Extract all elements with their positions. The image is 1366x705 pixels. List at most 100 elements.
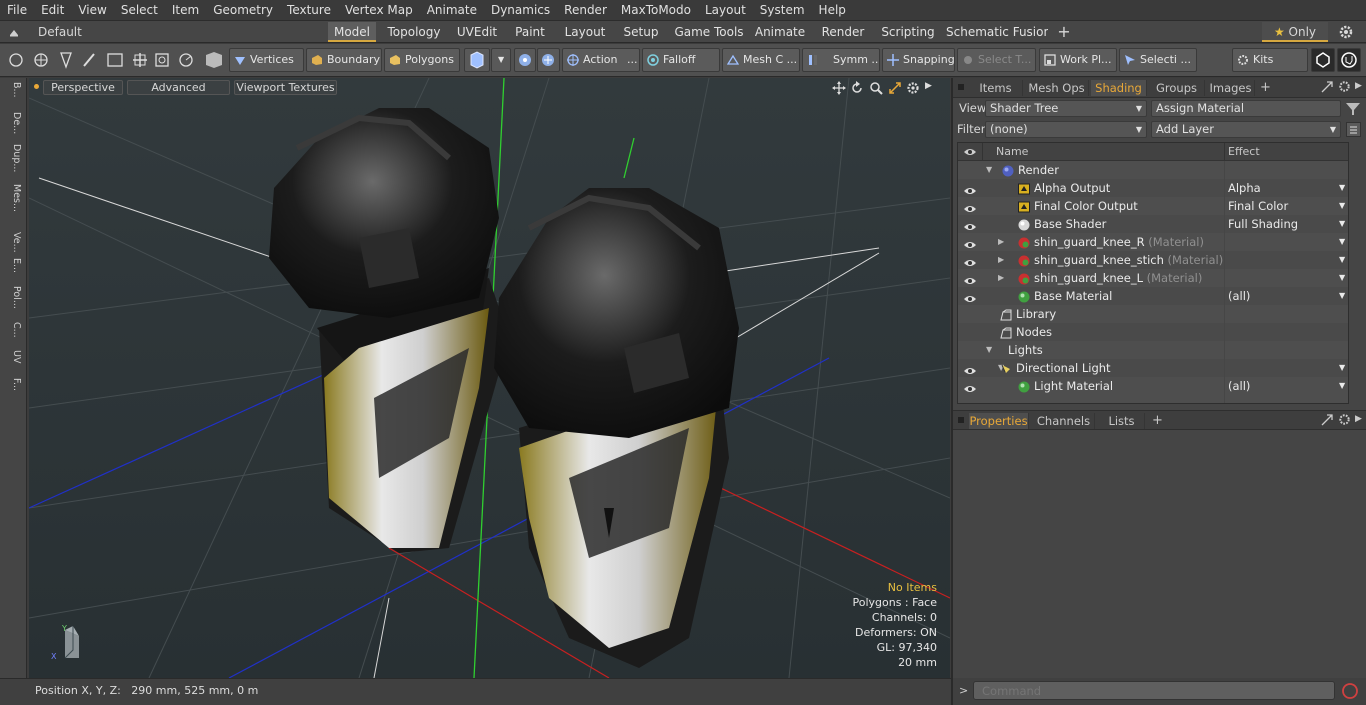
add-panel-tab-button[interactable]: + [1260, 80, 1271, 96]
menu-system[interactable]: System [753, 3, 812, 17]
expand-closed-icon[interactable]: ▶ [998, 269, 1004, 287]
workplane-button[interactable]: Work Pl... [1039, 48, 1117, 72]
layout-tab-game-tools[interactable]: Game Tools [672, 22, 746, 42]
item-mode-dropdown[interactable]: ▼ [491, 48, 511, 72]
menu-view[interactable]: View [71, 3, 113, 17]
mesh-constraint-button[interactable]: Mesh C ... [722, 48, 800, 72]
shader-tree-row[interactable]: ▶ shin_guard_knee_stich (Material) ▼ [958, 251, 1348, 269]
layout-collapse-icon[interactable] [8, 26, 20, 38]
panel-tab-mesh-ops[interactable]: Mesh Ops [1025, 80, 1089, 96]
panel-maximize-icon[interactable] [1321, 81, 1333, 93]
layout-tab-layout[interactable]: Layout [562, 22, 608, 42]
palette-tab-6[interactable]: Pol... [4, 286, 22, 309]
palette-tab-9[interactable]: F... [4, 378, 22, 391]
properties-maximize-icon[interactable] [1321, 414, 1333, 426]
advanced-dropdown[interactable]: Advanced [127, 80, 230, 95]
menu-file[interactable]: File [0, 3, 34, 17]
only-toggle[interactable]: ★ Only [1262, 22, 1328, 42]
panel-tab-images[interactable]: Images [1207, 80, 1255, 96]
symmetry-button[interactable]: Symm ... [802, 48, 880, 72]
layout-tab-paint[interactable]: Paint [510, 22, 550, 42]
snapping-button[interactable]: Snapping [882, 48, 955, 72]
shader-tree-row[interactable]: ▶ shin_guard_knee_R (Material) ▼ [958, 233, 1348, 251]
layout-tab-model[interactable]: Model [328, 22, 376, 42]
menu-item[interactable]: Item [165, 3, 206, 17]
panel-expand-arrow-icon[interactable]: ▶ [1355, 81, 1365, 93]
layout-tab-setup[interactable]: Setup [618, 22, 664, 42]
properties-tab-lists[interactable]: Lists [1099, 413, 1145, 429]
palette-tab-3[interactable]: Mes... [4, 184, 22, 212]
chevron-down-icon[interactable]: ▼ [1339, 251, 1345, 269]
properties-gear-icon[interactable] [1338, 413, 1351, 426]
layout-tab-scripting[interactable]: Scripting [878, 22, 938, 42]
layout-tab-topology[interactable]: Topology [384, 22, 444, 42]
shader-tree-row[interactable]: ▼ Directional Light ▼ [958, 359, 1348, 377]
assign-material-dropdown[interactable]: Assign Material [1151, 100, 1341, 117]
shader-tree-row[interactable]: Base Shader Full Shading ▼ [958, 215, 1348, 233]
layout-tab-render[interactable]: Render [816, 22, 870, 42]
properties-expand-arrow-icon[interactable]: ▶ [1355, 414, 1365, 426]
menu-render[interactable]: Render [557, 3, 614, 17]
panel-grip[interactable] [958, 84, 964, 90]
menu-select[interactable]: Select [114, 3, 165, 17]
shader-tree-row[interactable]: Light Material (all) ▼ [958, 377, 1348, 395]
eye-icon[interactable] [964, 183, 976, 194]
chevron-down-icon[interactable]: ▼ [1339, 287, 1345, 305]
maximize-viewport-icon[interactable] [888, 81, 902, 95]
palette-tab-2[interactable]: Dup... [4, 144, 22, 172]
menu-layout[interactable]: Layout [698, 3, 753, 17]
palette-tab-7[interactable]: C... [4, 322, 22, 338]
viewport-textures-dropdown[interactable]: Viewport Textures [234, 80, 337, 95]
vertices-button[interactable]: Vertices [229, 48, 304, 72]
item-mode-button[interactable] [464, 48, 490, 72]
row-effect[interactable]: (all) [1228, 377, 1250, 395]
eye-icon[interactable] [964, 381, 976, 392]
panel-grip[interactable] [958, 417, 964, 423]
center-mode-button[interactable] [514, 48, 536, 72]
palette-tab-8[interactable]: UV [4, 350, 22, 363]
row-effect[interactable]: Final Color [1228, 197, 1288, 215]
layout-tab-animate[interactable]: Animate [752, 22, 808, 42]
panel-gear-icon[interactable] [1338, 80, 1351, 93]
menu-dynamics[interactable]: Dynamics [484, 3, 557, 17]
viewport-expand-arrow-icon[interactable]: ▶ [925, 81, 935, 95]
shader-tree-row[interactable]: Base Material (all) ▼ [958, 287, 1348, 305]
action-center-button[interactable]: Action ... [562, 48, 640, 72]
rotate-icon[interactable] [850, 81, 864, 95]
pivot-mode-button[interactable] [537, 48, 560, 72]
add-properties-tab-button[interactable]: + [1152, 413, 1163, 429]
palette-tab-4[interactable]: Ve... [4, 232, 22, 253]
chevron-down-icon[interactable]: ▼ [1339, 377, 1345, 395]
palette-tab-0[interactable]: B... [4, 82, 22, 98]
panel-tab-shading[interactable]: Shading [1091, 80, 1147, 96]
chevron-down-icon[interactable]: ▼ [1339, 179, 1345, 197]
gear-icon[interactable] [1338, 24, 1354, 40]
chevron-down-icon[interactable]: ▼ [1339, 233, 1345, 251]
shader-tree-row[interactable]: ▼ Lights [958, 341, 1348, 359]
shader-tree-row[interactable]: Alpha Output Alpha ▼ [958, 179, 1348, 197]
palette-tab-1[interactable]: De... [4, 112, 22, 134]
record-icon[interactable] [1341, 682, 1359, 700]
expand-closed-icon[interactable]: ▶ [998, 251, 1004, 269]
zoom-icon[interactable] [869, 81, 883, 95]
eye-icon[interactable] [964, 273, 976, 284]
properties-tab-properties[interactable]: Properties [969, 413, 1029, 429]
unity-button[interactable] [1311, 48, 1335, 72]
boundary-button[interactable]: Boundary [306, 48, 382, 72]
menu-vertex-map[interactable]: Vertex Map [338, 3, 420, 17]
menu-geometry[interactable]: Geometry [206, 3, 280, 17]
menu-edit[interactable]: Edit [34, 3, 71, 17]
perspective-dropdown[interactable]: Perspective [43, 80, 123, 95]
selection-sets-button[interactable]: Selecti ... [1119, 48, 1197, 72]
expand-closed-icon[interactable]: ▶ [998, 233, 1004, 251]
expand-open-icon[interactable]: ▼ [986, 341, 992, 359]
panel-tab-items[interactable]: Items [969, 80, 1023, 96]
row-effect[interactable]: (all) [1228, 287, 1250, 305]
row-effect[interactable]: Alpha [1228, 179, 1261, 197]
effect-column-header[interactable]: Effect [1228, 145, 1260, 158]
menu-help[interactable]: Help [812, 3, 853, 17]
view-dropdown[interactable]: Shader Tree ▼ [985, 100, 1147, 117]
expand-open-icon[interactable]: ▼ [986, 161, 992, 179]
add-layout-tab-button[interactable]: + [1057, 22, 1071, 42]
add-layer-dropdown[interactable]: Add Layer ▼ [1151, 121, 1341, 138]
